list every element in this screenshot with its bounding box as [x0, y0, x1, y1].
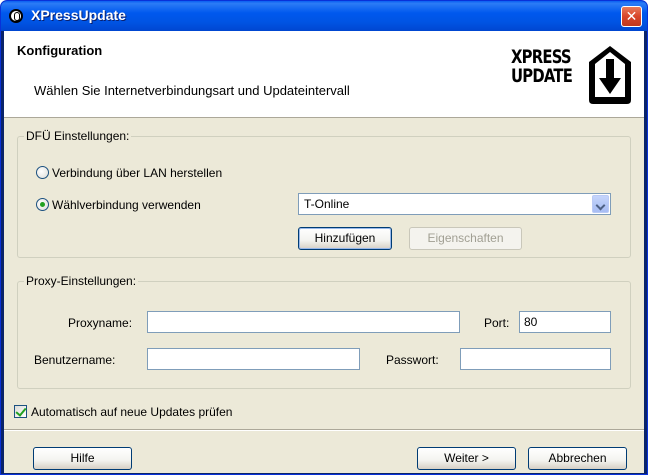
- dfu-settings-legend: DFÜ Einstellungen:: [24, 129, 132, 143]
- logo-text: XPRESS UPDATE: [511, 48, 573, 87]
- app-icon: [9, 9, 23, 23]
- wizard-header: Konfiguration Wählen Sie Internetverbind…: [4, 31, 644, 118]
- proxy-settings-legend: Proxy-Einstellungen:: [24, 274, 139, 288]
- chevron-down-icon[interactable]: [592, 195, 609, 213]
- dial-connection-label[interactable]: Wählverbindung verwenden: [52, 198, 201, 212]
- update-arrow-icon: [589, 46, 631, 104]
- proxy-name-field[interactable]: [147, 311, 460, 333]
- dialog-client: Konfiguration Wählen Sie Internetverbind…: [4, 31, 644, 473]
- title-bar[interactable]: XPressUpdate ✕: [1, 1, 647, 31]
- dial-connection-radio[interactable]: [36, 198, 49, 211]
- proxy-name-label: Proxyname:: [68, 316, 133, 330]
- page-title: Konfiguration: [17, 43, 103, 58]
- proxy-settings-group: Proxy-Einstellungen:: [17, 274, 631, 389]
- connection-select-value: T-Online: [304, 197, 350, 211]
- help-button[interactable]: Hilfe: [33, 447, 132, 470]
- close-button[interactable]: ✕: [621, 6, 642, 27]
- cancel-button[interactable]: Abbrechen: [528, 447, 627, 470]
- next-button[interactable]: Weiter >: [417, 447, 516, 470]
- connection-select[interactable]: T-Online: [298, 193, 611, 215]
- footer-divider: [4, 429, 644, 431]
- proxy-user-field[interactable]: [147, 348, 360, 370]
- lan-connection-radio[interactable]: [36, 166, 49, 179]
- proxy-user-label: Benutzername:: [34, 353, 116, 367]
- lan-connection-label[interactable]: Verbindung über LAN herstellen: [52, 166, 222, 180]
- proxy-password-field[interactable]: [460, 348, 611, 370]
- proxy-password-label: Passwort:: [386, 353, 439, 367]
- add-connection-button[interactable]: Hinzufügen: [298, 227, 392, 250]
- dialog-window: XPressUpdate ✕ Konfiguration Wählen Sie …: [0, 0, 648, 475]
- proxy-port-field[interactable]: 80: [519, 311, 611, 333]
- auto-update-checkbox[interactable]: [14, 405, 27, 418]
- auto-update-label[interactable]: Automatisch auf neue Updates prüfen: [31, 405, 232, 419]
- logo-line-2: UPDATE: [511, 65, 573, 87]
- proxy-port-label: Port:: [484, 316, 510, 330]
- connection-properties-button[interactable]: Eigenschaften: [409, 227, 522, 250]
- page-subtitle: Wählen Sie Internetverbindungsart und Up…: [34, 83, 350, 98]
- window-title: XPressUpdate: [31, 7, 126, 23]
- xpress-update-logo: XPRESS UPDATE: [511, 44, 633, 106]
